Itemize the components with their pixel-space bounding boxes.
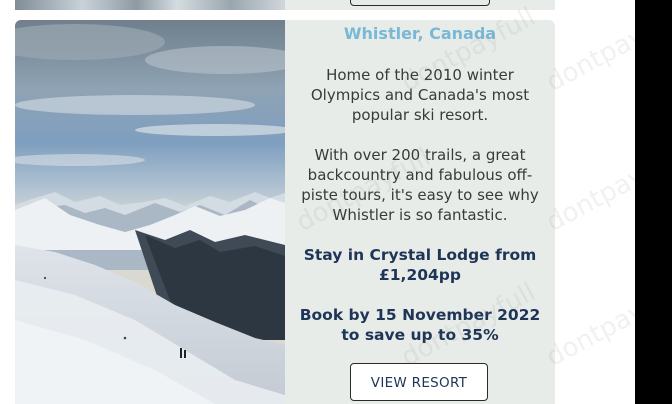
whistler-mountain-photo bbox=[15, 20, 285, 404]
previous-view-resort-button[interactable] bbox=[350, 0, 490, 6]
resort-card: Whistler, Canada Home of the 2010 winter… bbox=[15, 20, 555, 404]
resort-intro-text: Home of the 2010 winter Olympics and Can… bbox=[310, 66, 530, 124]
scrollbar[interactable] bbox=[635, 0, 672, 404]
previous-resort-card bbox=[15, 0, 555, 10]
view-resort-button[interactable]: VIEW RESORT bbox=[350, 363, 488, 401]
resort-title: Whistler, Canada bbox=[343, 24, 497, 43]
resort-description-text: With over 200 trails, a great backcountr… bbox=[301, 146, 539, 224]
previous-resort-photo bbox=[15, 0, 285, 10]
stay-offer-text: Stay in Crystal Lodge from £1,204pp bbox=[303, 246, 537, 284]
resort-details: Whistler, Canada Home of the 2010 winter… bbox=[285, 20, 555, 404]
booking-offer-text: Book by 15 November 2022 to save up to 3… bbox=[299, 306, 541, 344]
